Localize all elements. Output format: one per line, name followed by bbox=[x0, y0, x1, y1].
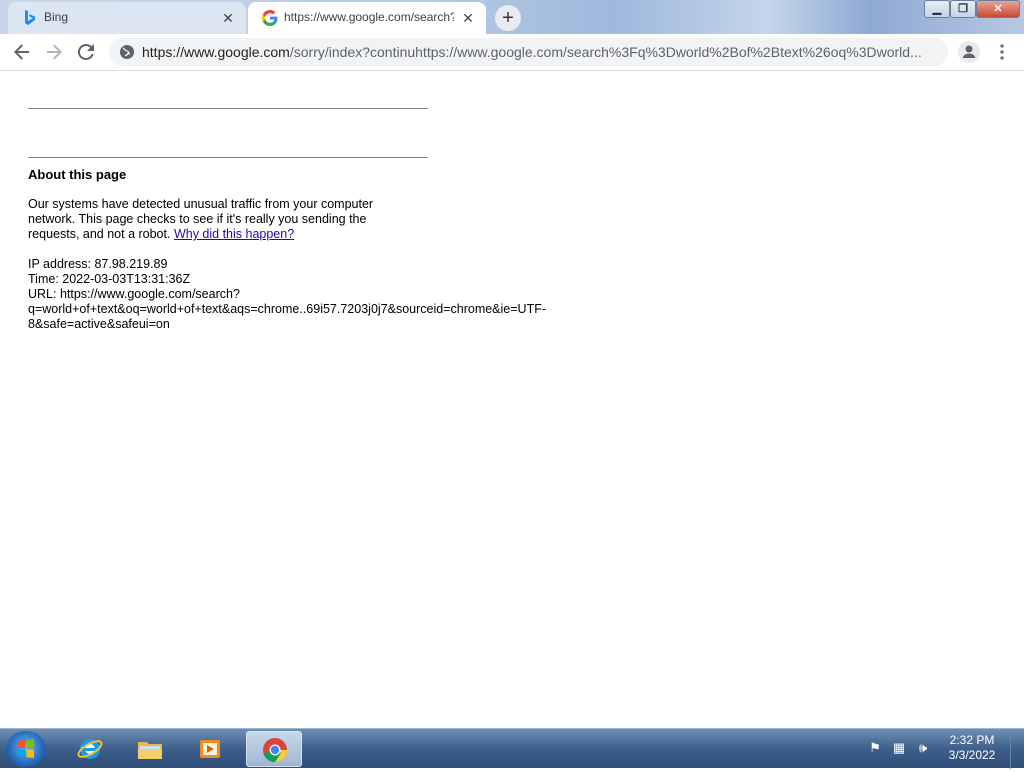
folder-icon bbox=[138, 742, 162, 759]
clock-date: 3/3/2022 bbox=[948, 748, 996, 762]
tab-bing[interactable]: Bing ✕ bbox=[8, 2, 246, 34]
clock-time: 2:32 PM bbox=[949, 733, 995, 747]
time-line: Time: 2022-03-03T13:31:36Z bbox=[28, 272, 191, 286]
url-line: q=world+of+text&oq=world+of+text&aqs=chr… bbox=[28, 302, 547, 316]
minimize-button[interactable]: ▁ bbox=[924, 0, 950, 18]
profile-button[interactable] bbox=[958, 41, 980, 63]
bing-icon bbox=[22, 10, 38, 26]
internet-explorer-icon bbox=[77, 739, 103, 759]
reload-button[interactable] bbox=[74, 40, 98, 64]
person-icon bbox=[962, 45, 976, 58]
page-content: About this page Our systems have detecte… bbox=[0, 71, 1024, 728]
why-did-this-happen-link[interactable]: Why did this happen? bbox=[174, 227, 294, 241]
close-icon[interactable]: ✕ bbox=[460, 10, 476, 26]
taskbar-chrome[interactable] bbox=[246, 731, 302, 767]
start-button[interactable] bbox=[6, 731, 46, 767]
taskbar-internet-explorer[interactable] bbox=[62, 731, 118, 767]
browser-toolbar: https://www.google.com/sorry/index?conti… bbox=[0, 34, 1024, 71]
url-host: https://www.google.com bbox=[142, 44, 290, 60]
taskbar: ⚑ ▦ 🕪 2:32 PM 3/3/2022 bbox=[0, 728, 1024, 769]
minimize-icon: ▁ bbox=[932, 3, 942, 15]
network-icon[interactable]: ▦ bbox=[892, 741, 906, 755]
close-icon: ✕ bbox=[993, 3, 1003, 15]
divider bbox=[28, 157, 428, 158]
arrow-right-icon bbox=[47, 44, 62, 60]
google-icon bbox=[262, 10, 278, 26]
volume-icon[interactable]: 🕪 bbox=[916, 741, 930, 755]
taskbar-windows-explorer[interactable] bbox=[122, 731, 178, 767]
back-button[interactable] bbox=[10, 40, 34, 64]
system-clock[interactable]: 2:32 PM 3/3/2022 bbox=[942, 733, 1002, 763]
close-icon[interactable]: ✕ bbox=[220, 10, 236, 26]
tab-title: Bing bbox=[44, 10, 69, 24]
request-details: IP address: 87.98.219.89 Time: 2022-03-0… bbox=[28, 257, 588, 332]
url-path: /sorry/index?continuhttps://www.google.c… bbox=[289, 44, 922, 60]
more-menu-button[interactable] bbox=[994, 42, 1010, 62]
globe-icon[interactable] bbox=[119, 44, 135, 60]
window-close-button[interactable]: ✕ bbox=[976, 0, 1020, 18]
media-player-icon bbox=[200, 740, 220, 758]
unusual-traffic-message: Our systems have detected unusual traffi… bbox=[28, 197, 408, 242]
more-vert-icon bbox=[1000, 44, 1004, 60]
taskbar-media-player[interactable] bbox=[182, 731, 238, 767]
arrow-left-icon bbox=[14, 44, 29, 60]
divider bbox=[28, 108, 428, 109]
system-tray: ⚑ ▦ 🕪 2:32 PM 3/3/2022 bbox=[862, 729, 1024, 769]
page-heading: About this page bbox=[28, 167, 127, 182]
show-desktop-button[interactable] bbox=[1010, 729, 1023, 769]
address-bar[interactable]: https://www.google.com/sorry/index?conti… bbox=[109, 38, 948, 66]
flag-icon[interactable]: ⚑ bbox=[868, 741, 882, 755]
reload-icon bbox=[77, 43, 94, 60]
chrome-icon bbox=[263, 738, 287, 762]
ip-address-line: IP address: 87.98.219.89 bbox=[28, 257, 168, 271]
tab-google-search[interactable]: https://www.google.com/search? ✕ bbox=[248, 2, 486, 34]
url-text[interactable]: https://www.google.com/sorry/index?conti… bbox=[142, 44, 937, 60]
restore-button[interactable]: ❐ bbox=[950, 0, 976, 18]
url-line: URL: https://www.google.com/search? bbox=[28, 287, 240, 301]
forward-button[interactable] bbox=[42, 40, 66, 64]
windows-logo-icon bbox=[18, 739, 34, 758]
new-tab-button[interactable]: + bbox=[495, 5, 521, 31]
url-line: 8&safe=active&safeui=on bbox=[28, 317, 170, 331]
tab-strip: Bing ✕ https://www.google.com/search? ✕ … bbox=[0, 0, 1024, 34]
restore-icon: ❐ bbox=[958, 3, 968, 15]
tab-title: https://www.google.com/search? bbox=[284, 10, 454, 24]
